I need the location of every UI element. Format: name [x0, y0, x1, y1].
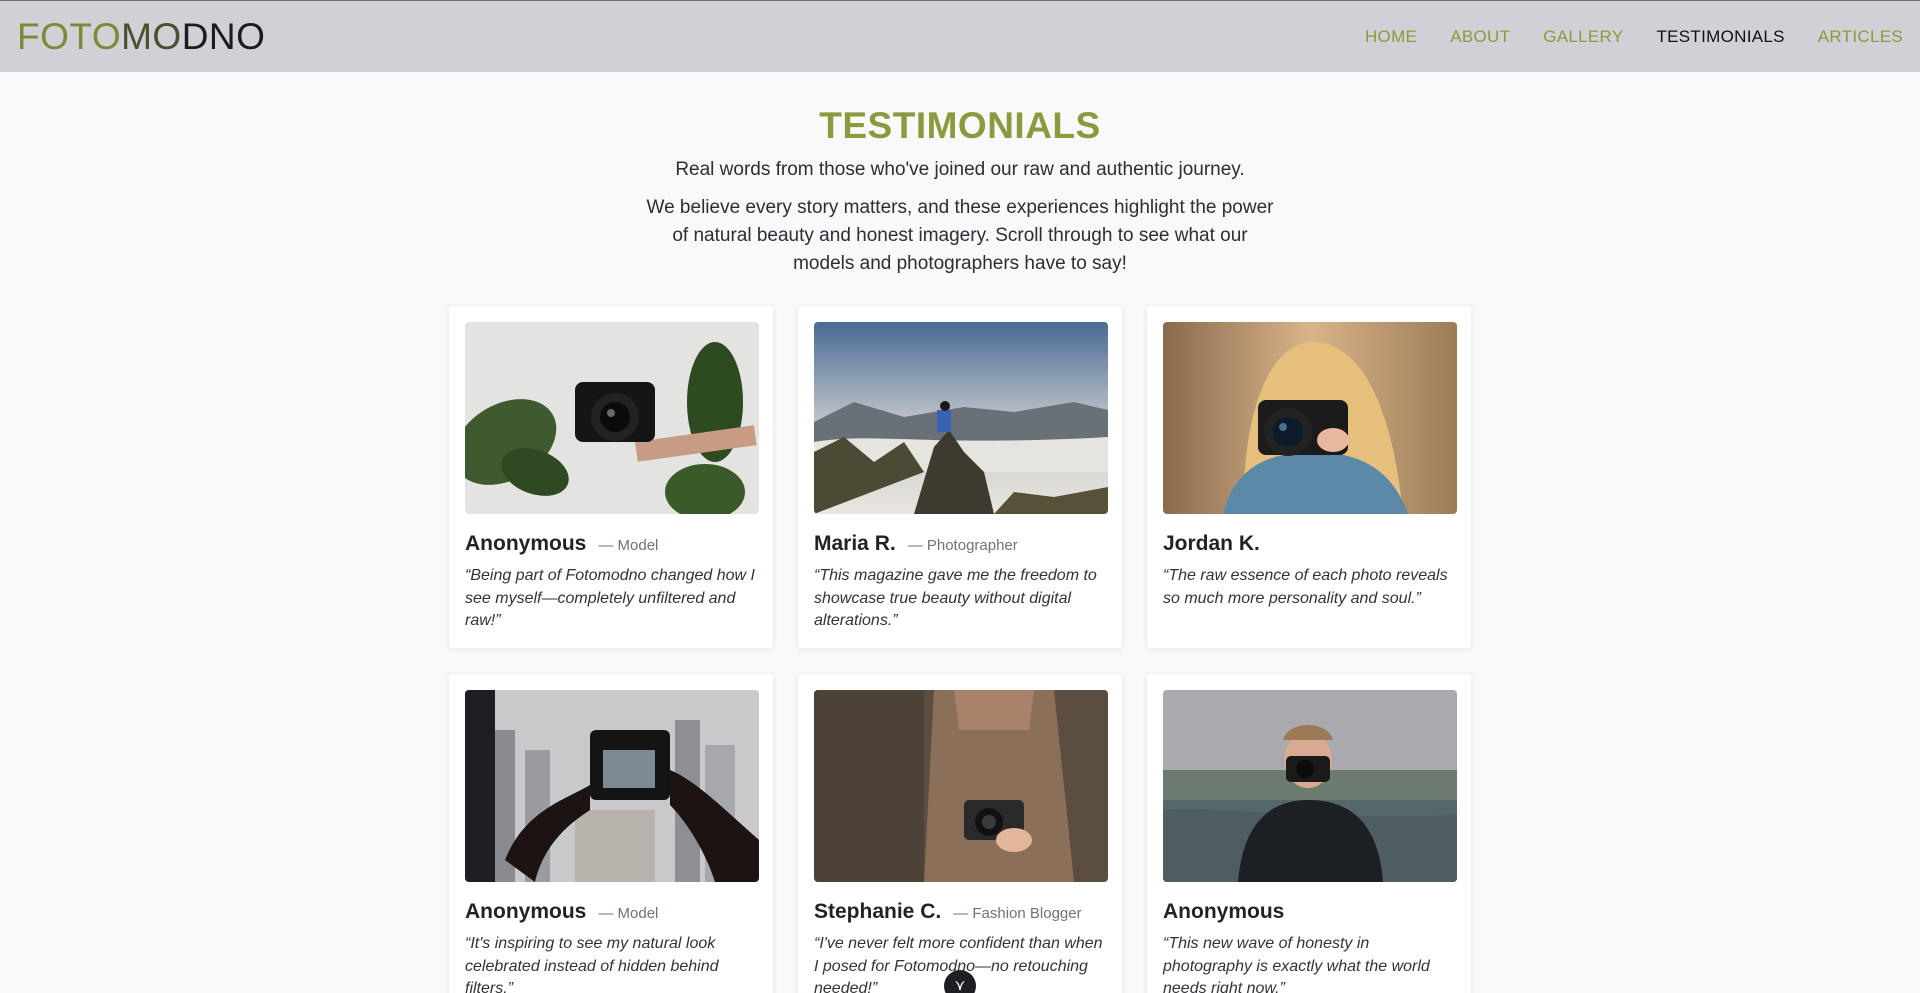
chevron-down-icon: ⋎ — [954, 977, 966, 993]
testimonial-quote: “This magazine gave me the freedom to sh… — [814, 567, 1097, 629]
testimonial-header: Maria R. — Photographer — [814, 532, 1018, 556]
brand-part-1: FOTO — [17, 16, 122, 57]
nav-about[interactable]: ABOUT — [1450, 27, 1510, 47]
nav-home[interactable]: HOME — [1365, 27, 1417, 47]
nav-gallery[interactable]: GALLERY — [1543, 27, 1623, 47]
testimonial-header: Jordan K. — [1163, 532, 1272, 556]
testimonial-role: — Model — [598, 905, 659, 922]
testimonial-photo — [814, 322, 1108, 514]
testimonial-card: Anonymous — Model “Being part of Fotomod… — [448, 305, 774, 649]
testimonial-name: Maria R. — [814, 532, 896, 555]
testimonial-header: Anonymous — Model — [465, 900, 658, 924]
page-title: TESTIMONIALS — [819, 105, 1101, 146]
testimonial-role: — Photographer — [907, 537, 1018, 554]
testimonial-name: Jordan K. — [1163, 532, 1260, 555]
hero-section: TESTIMONIALS Real words from those who'v… — [0, 104, 1920, 278]
page-lead: Real words from those who've joined our … — [675, 159, 1245, 180]
brand-part-3: DNO — [181, 16, 266, 57]
testimonial-photo — [814, 690, 1108, 882]
testimonial-name: Anonymous — [465, 900, 587, 923]
testimonial-name: Stephanie C. — [814, 900, 942, 923]
testimonial-header: Stephanie C. — Fashion Blogger — [814, 900, 1082, 924]
nav-articles[interactable]: ARTICLES — [1818, 27, 1903, 47]
nav-testimonials[interactable]: TESTIMONIALS — [1656, 27, 1784, 47]
testimonial-quote: “Being part of Fotomodno changed how I s… — [465, 567, 755, 629]
testimonial-photo — [1163, 322, 1457, 514]
testimonial-quote: “This new wave of honesty in photography… — [1163, 935, 1430, 993]
navbar: FOTOMODNO HOME ABOUT GALLERY TESTIMONIAL… — [0, 0, 1920, 72]
testimonial-card: Maria R. — Photographer “This magazine g… — [797, 305, 1123, 649]
testimonial-quote: “The raw essence of each photo reveals s… — [1163, 567, 1448, 607]
testimonial-card: Jordan K. “The raw essence of each photo… — [1146, 305, 1472, 649]
testimonial-card: Stephanie C. — Fashion Blogger “I've nev… — [797, 673, 1123, 993]
testimonial-card: Anonymous — Model “It's inspiring to see… — [448, 673, 774, 993]
testimonial-role: — Fashion Blogger — [953, 905, 1082, 922]
testimonial-name: Anonymous — [1163, 900, 1285, 923]
testimonial-photo — [1163, 690, 1457, 882]
testimonial-quote: “It's inspiring to see my natural look c… — [465, 935, 719, 993]
brand-part-2: MO — [121, 16, 182, 57]
brand-logo[interactable]: FOTOMODNO — [17, 18, 265, 55]
testimonial-card: Anonymous “This new wave of honesty in p… — [1146, 673, 1472, 993]
testimonial-photo — [465, 690, 759, 882]
page-description: We believe every story matters, and thes… — [646, 197, 1274, 274]
testimonial-header: Anonymous — Model — [465, 532, 658, 556]
nav-links: HOME ABOUT GALLERY TESTIMONIALS ARTICLES — [1332, 27, 1903, 47]
testimonial-photo — [465, 322, 759, 514]
testimonial-role: — Model — [598, 537, 659, 554]
testimonial-name: Anonymous — [465, 532, 587, 555]
testimonial-header: Anonymous — [1163, 900, 1296, 924]
